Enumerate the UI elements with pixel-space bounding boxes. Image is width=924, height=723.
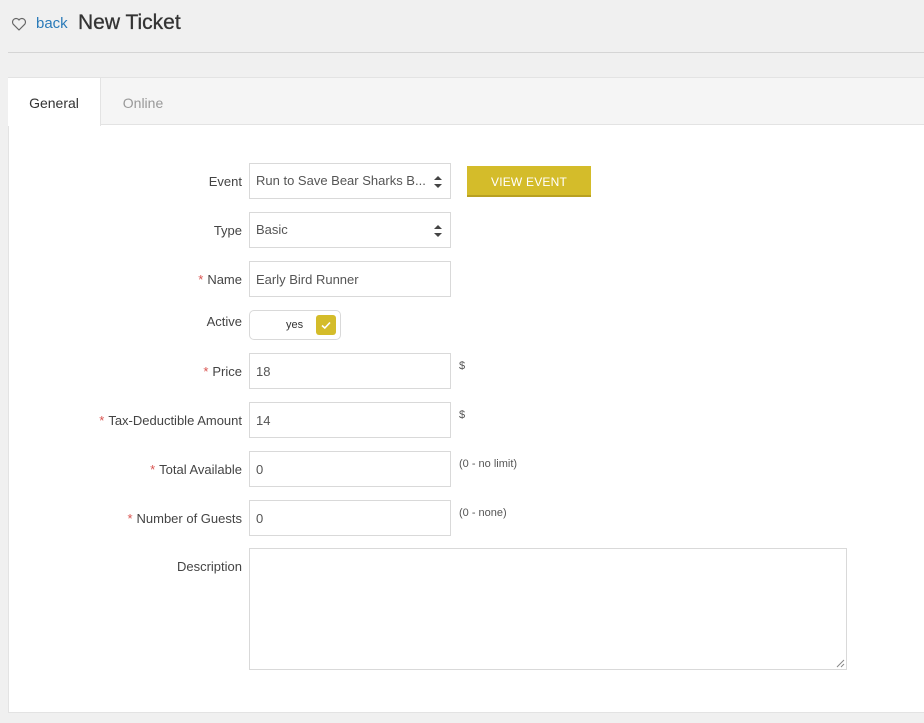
event-label: Event	[208, 174, 242, 189]
check-icon	[316, 315, 336, 335]
total-label: * Total Available	[150, 462, 242, 477]
ticket-form-panel: General Online Event Run to Save Bear Sh…	[8, 77, 924, 713]
heart-icon[interactable]	[11, 16, 27, 32]
type-select-value: Basic	[256, 222, 288, 237]
header-divider	[8, 52, 924, 53]
event-select[interactable]: Run to Save Bear Sharks B...	[249, 163, 451, 199]
active-toggle[interactable]: yes	[249, 310, 341, 340]
type-label: Type	[213, 223, 242, 238]
price-currency: $	[459, 360, 466, 372]
type-select[interactable]: Basic	[249, 212, 451, 248]
tab-general[interactable]: General	[8, 78, 101, 126]
tab-bar: General Online	[8, 78, 924, 126]
name-input[interactable]	[249, 261, 451, 297]
tax-input[interactable]	[249, 402, 451, 438]
view-event-button[interactable]: VIEW EVENT	[467, 166, 591, 197]
active-toggle-text: yes	[286, 319, 304, 331]
page-header: back New Ticket	[0, 0, 924, 53]
description-textarea[interactable]	[249, 548, 847, 670]
active-label: Active	[206, 314, 242, 329]
select-arrows-icon	[434, 176, 442, 188]
price-input[interactable]	[249, 353, 451, 389]
guests-input[interactable]	[249, 500, 451, 536]
guests-hint: (0 - none)	[459, 507, 507, 519]
event-select-value: Run to Save Bear Sharks B...	[256, 173, 426, 188]
resize-grip-icon[interactable]	[836, 659, 845, 668]
required-marker: *	[203, 364, 209, 379]
required-marker: *	[127, 511, 133, 526]
select-arrows-icon	[434, 225, 442, 237]
required-marker: *	[150, 462, 156, 477]
required-marker: *	[198, 272, 204, 287]
page-title: New Ticket	[78, 11, 181, 34]
total-input[interactable]	[249, 451, 451, 487]
description-label: Description	[176, 559, 242, 574]
required-marker: *	[99, 413, 105, 428]
guests-label: * Number of Guests	[127, 511, 242, 526]
total-hint: (0 - no limit)	[459, 458, 518, 470]
tax-label: * Tax-Deductible Amount	[99, 413, 242, 428]
back-link[interactable]: back	[36, 15, 68, 32]
price-label: * Price	[203, 364, 242, 379]
tab-online[interactable]: Online	[101, 78, 185, 125]
name-label: * Name	[198, 272, 242, 287]
tax-currency: $	[459, 409, 466, 421]
